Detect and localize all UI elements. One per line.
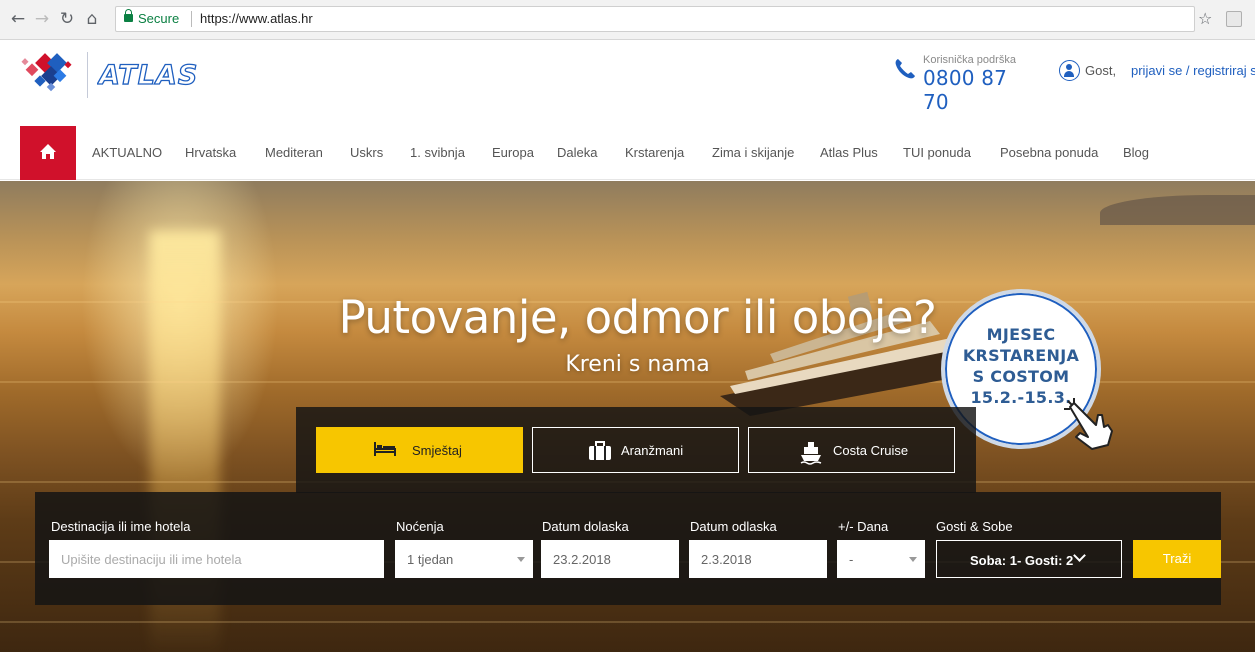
secure-label: Secure [138, 11, 180, 26]
destination-input[interactable] [49, 540, 384, 578]
login-link[interactable]: prijavi se / registriraj se [1131, 63, 1255, 78]
tab-label: Smještaj [412, 443, 462, 458]
guest-label: Gost, [1085, 63, 1117, 78]
nav-item-daleka[interactable]: Daleka [557, 145, 597, 160]
nights-value: 1 tjedan [407, 552, 454, 567]
destination-field[interactable] [49, 540, 384, 578]
badge-line: KRSTARENJA [962, 346, 1080, 365]
departure-date-field[interactable]: 2.3.2018 [689, 540, 827, 578]
arrival-date-field[interactable]: 23.2.2018 [541, 540, 679, 578]
svg-text:ATLAS: ATLAS [97, 60, 198, 89]
destination-label: Destinacija ili ime hotela [51, 519, 191, 534]
caret-down-icon [909, 557, 917, 562]
bed-icon [374, 442, 396, 456]
nav-item-mediteran[interactable]: Mediteran [265, 145, 323, 160]
support-label: Korisnička podrška [923, 54, 1016, 66]
user-icon [1059, 60, 1080, 81]
house-icon [40, 144, 56, 159]
guests-label: Gosti & Sobe [936, 519, 1013, 534]
support-contact[interactable]: Korisnička podrška 0800 87 70 [893, 54, 1033, 114]
pointer-hand-icon [1064, 398, 1113, 450]
nav-item-uskrs[interactable]: Uskrs [350, 145, 383, 160]
chevron-down-icon [1073, 549, 1086, 562]
tab-label: Costa Cruise [833, 443, 909, 458]
atlas-wordmark[interactable]: ATLAS [97, 59, 207, 89]
home-button[interactable] [20, 126, 76, 180]
main-nav: AKTUALNO Hrvatska Mediteran Uskrs 1. svi… [0, 126, 1255, 180]
nav-item-blog[interactable]: Blog [1123, 145, 1149, 160]
support-phone[interactable]: 0800 87 70 [923, 66, 1033, 114]
arrow-left-icon[interactable]: ← [8, 9, 28, 29]
arrival-label: Datum dolaska [542, 519, 629, 534]
departure-value: 2.3.2018 [701, 552, 752, 567]
caret-down-icon [517, 557, 525, 562]
browser-toolbar: ← → ↻ ⌂ Secure https://www.atlas.hr ☆ [0, 0, 1255, 40]
badge-line: S COSTOM [972, 367, 1070, 386]
nav-item-atlas-plus[interactable]: Atlas Plus [820, 145, 878, 160]
nav-item-aktualno[interactable]: AKTUALNO [92, 145, 162, 160]
reload-icon[interactable]: ↻ [57, 9, 77, 29]
suitcase-icon [589, 441, 611, 460]
ship-icon [800, 442, 822, 465]
extension-icon[interactable] [1226, 11, 1242, 27]
hero-banner: Putovanje, odmor ili oboje? Kreni s nama… [0, 181, 1255, 652]
nav-item-tui-ponuda[interactable]: TUI ponuda [903, 145, 971, 160]
sea-wave [0, 621, 1255, 623]
arrow-right-icon[interactable]: → [32, 9, 52, 29]
rooms-guests-dropdown[interactable]: Soba: 1- Gosti: 2 [936, 540, 1122, 578]
arrival-value: 23.2.2018 [553, 552, 611, 567]
search-form: Destinacija ili ime hotela Noćenja 1 tje… [35, 492, 1221, 605]
tab-costa-cruise[interactable]: Costa Cruise [748, 427, 955, 473]
phone-icon [895, 59, 915, 79]
tab-smjestaj[interactable]: Smještaj [316, 427, 523, 473]
nav-item-zima-i-skijanje[interactable]: Zima i skijanje [712, 145, 794, 160]
nav-item-posebna-ponuda[interactable]: Posebna ponuda [1000, 145, 1098, 160]
flex-days-value: - [849, 552, 854, 567]
tab-aranzmani[interactable]: Aranžmani [532, 427, 739, 473]
logo-divider [87, 52, 88, 98]
horizon-land [1100, 195, 1255, 225]
nav-item-hrvatska[interactable]: Hrvatska [185, 145, 236, 160]
flex-days-label: +/- Dana [838, 519, 889, 534]
url-text[interactable]: https://www.atlas.hr [200, 7, 313, 31]
nav-item-1-svibnja[interactable]: 1. svibnja [410, 145, 465, 160]
lock-icon [124, 9, 133, 22]
home-icon[interactable]: ⌂ [82, 9, 102, 29]
url-divider [191, 11, 192, 27]
badge-line: MJESEC [986, 325, 1056, 344]
star-icon[interactable]: ☆ [1198, 9, 1212, 28]
atlas-logo-icon[interactable] [20, 53, 76, 95]
departure-label: Datum odlaska [690, 519, 777, 534]
search-button[interactable]: Traži [1133, 540, 1221, 578]
nights-select[interactable]: 1 tjedan [395, 540, 533, 578]
search-type-tabs: Smještaj Aranžmani Costa Cruise [296, 407, 976, 493]
nav-item-krstarenja[interactable]: Krstarenja [625, 145, 684, 160]
nights-label: Noćenja [396, 519, 444, 534]
nav-item-europa[interactable]: Europa [492, 145, 534, 160]
flex-days-select[interactable]: - [837, 540, 925, 578]
tab-label: Aranžmani [621, 443, 684, 458]
rooms-guests-value: Soba: 1- Gosti: 2 [970, 553, 1074, 568]
address-bar[interactable]: Secure https://www.atlas.hr [115, 6, 1195, 32]
